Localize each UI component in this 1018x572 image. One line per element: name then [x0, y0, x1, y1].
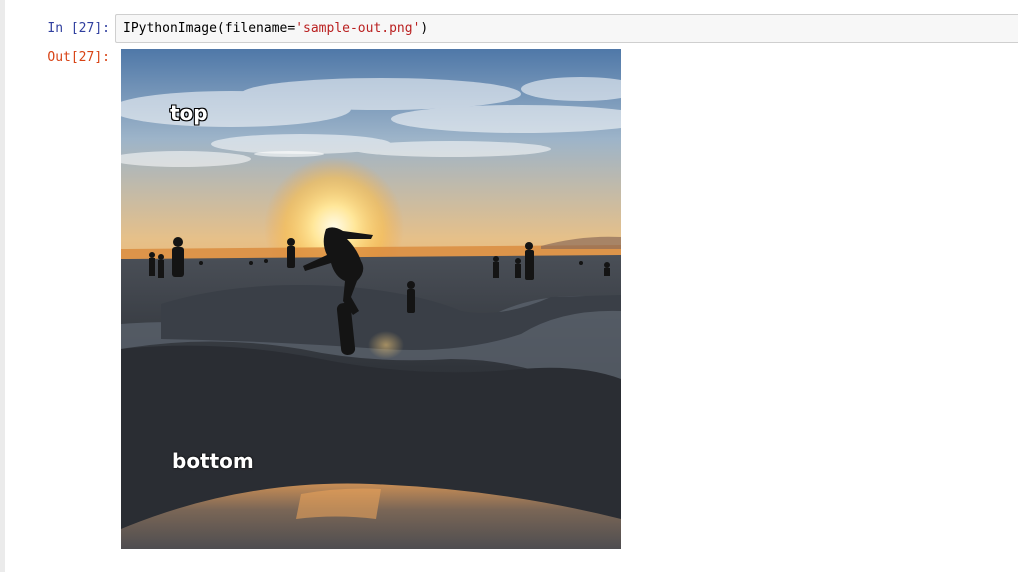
code-close-paren: )	[420, 21, 429, 36]
cell-selection-rule	[0, 0, 5, 572]
code-line: IPythonImage(filename='sample-out.png')	[123, 21, 428, 37]
code-input-area[interactable]: IPythonImage(filename='sample-out.png')	[115, 14, 1018, 43]
input-prompt: In [27]:	[47, 21, 110, 36]
code-call: IPythonImage(filename=	[123, 21, 296, 36]
notebook-page: In [27]: IPythonImage(filename='sample-o…	[0, 0, 1018, 572]
overlay-text-top: top	[170, 101, 208, 125]
code-string-literal: 'sample-out.png'	[295, 21, 421, 36]
output-prompt: Out[27]:	[47, 50, 110, 65]
output-image: top bottom	[121, 49, 621, 549]
overlay-text-bottom: bottom	[172, 449, 254, 473]
